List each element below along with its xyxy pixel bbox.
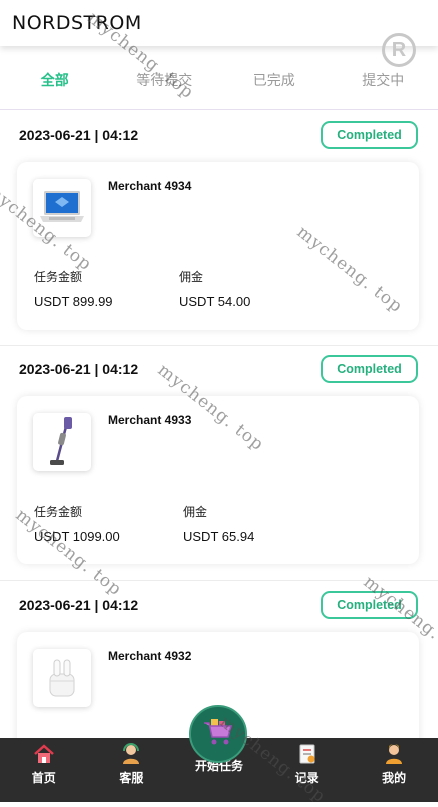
- order-card[interactable]: Merchant 4933 任务金额 佣金 USDT 1099.00 USDT …: [17, 396, 419, 564]
- profile-icon: [383, 743, 405, 765]
- order-datetime: 2023-06-21 | 04:12: [19, 597, 138, 613]
- tab-completed[interactable]: 已完成: [219, 58, 329, 109]
- earbuds-icon: [33, 649, 91, 707]
- tab-all[interactable]: 全部: [0, 58, 110, 109]
- merchant-name: Merchant 4934: [108, 179, 191, 193]
- divider: [0, 345, 438, 346]
- commission-label: 佣金: [183, 503, 207, 520]
- home-icon: [33, 743, 55, 765]
- commission-label: 佣金: [179, 268, 203, 285]
- brand-logo: NORDSTROM: [12, 12, 142, 34]
- tab-submitting[interactable]: 提交中: [329, 58, 438, 109]
- merchant-name: Merchant 4933: [108, 413, 191, 427]
- commission-value: USDT 65.94: [183, 529, 254, 544]
- nav-support[interactable]: 客服: [88, 738, 176, 802]
- order-datetime: 2023-06-21 | 04:12: [19, 127, 138, 143]
- tab-pending-submit[interactable]: 等待提交: [110, 58, 220, 109]
- task-amount-label: 任务金额: [34, 503, 82, 520]
- task-amount-label: 任务金额: [34, 268, 82, 285]
- merchant-name: Merchant 4932: [108, 649, 191, 663]
- registered-mark-icon: R: [382, 33, 416, 67]
- divider: [0, 580, 438, 581]
- commission-value: USDT 54.00: [179, 294, 250, 309]
- nav-home[interactable]: 首页: [0, 738, 88, 802]
- nav-profile[interactable]: 我的: [350, 738, 438, 802]
- nav-label: 我的: [382, 769, 406, 786]
- order-card[interactable]: Merchant 4934 任务金额 佣金 USDT 899.99 USDT 5…: [17, 162, 419, 330]
- status-badge[interactable]: Completed: [321, 121, 418, 149]
- app-header: NORDSTROM: [0, 0, 438, 46]
- cart-icon: [201, 717, 235, 752]
- status-badge[interactable]: Completed: [321, 591, 418, 619]
- task-amount-value: USDT 1099.00: [34, 529, 120, 544]
- nav-label: 首页: [32, 769, 56, 786]
- order-datetime: 2023-06-21 | 04:12: [19, 361, 138, 377]
- laptop-icon: [33, 179, 91, 237]
- order-filter-tabs: 全部 等待提交 已完成 提交中: [0, 58, 438, 110]
- nav-records[interactable]: 记录: [263, 738, 351, 802]
- nav-label: 记录: [295, 769, 319, 786]
- support-agent-icon: [120, 743, 142, 765]
- status-badge[interactable]: Completed: [321, 355, 418, 383]
- task-amount-value: USDT 899.99: [34, 294, 113, 309]
- records-icon: [296, 743, 318, 765]
- vacuum-icon: [33, 413, 91, 471]
- start-task-button[interactable]: [189, 705, 247, 763]
- nav-label: 客服: [119, 769, 143, 786]
